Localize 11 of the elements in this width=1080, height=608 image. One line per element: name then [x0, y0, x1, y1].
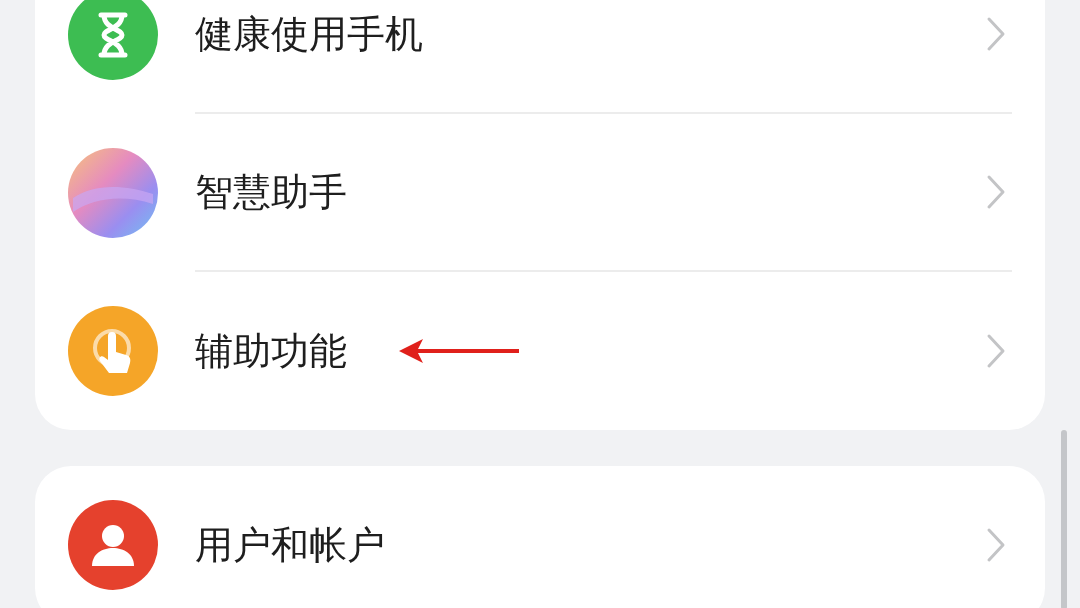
chevron-icon	[986, 527, 1006, 563]
setting-label[interactable]: 智慧助手	[195, 166, 347, 218]
chevron-icon	[986, 16, 1006, 52]
user-icon	[68, 500, 158, 590]
gradient-orb-icon	[68, 148, 158, 238]
chevron-icon	[986, 333, 1006, 369]
hand-tap-icon	[68, 306, 158, 396]
chevron-icon	[986, 174, 1006, 210]
setting-label[interactable]: 用户和帐户	[195, 519, 385, 571]
setting-label[interactable]: 辅助功能	[195, 325, 347, 377]
setting-label[interactable]: 健康使用手机	[195, 8, 423, 60]
